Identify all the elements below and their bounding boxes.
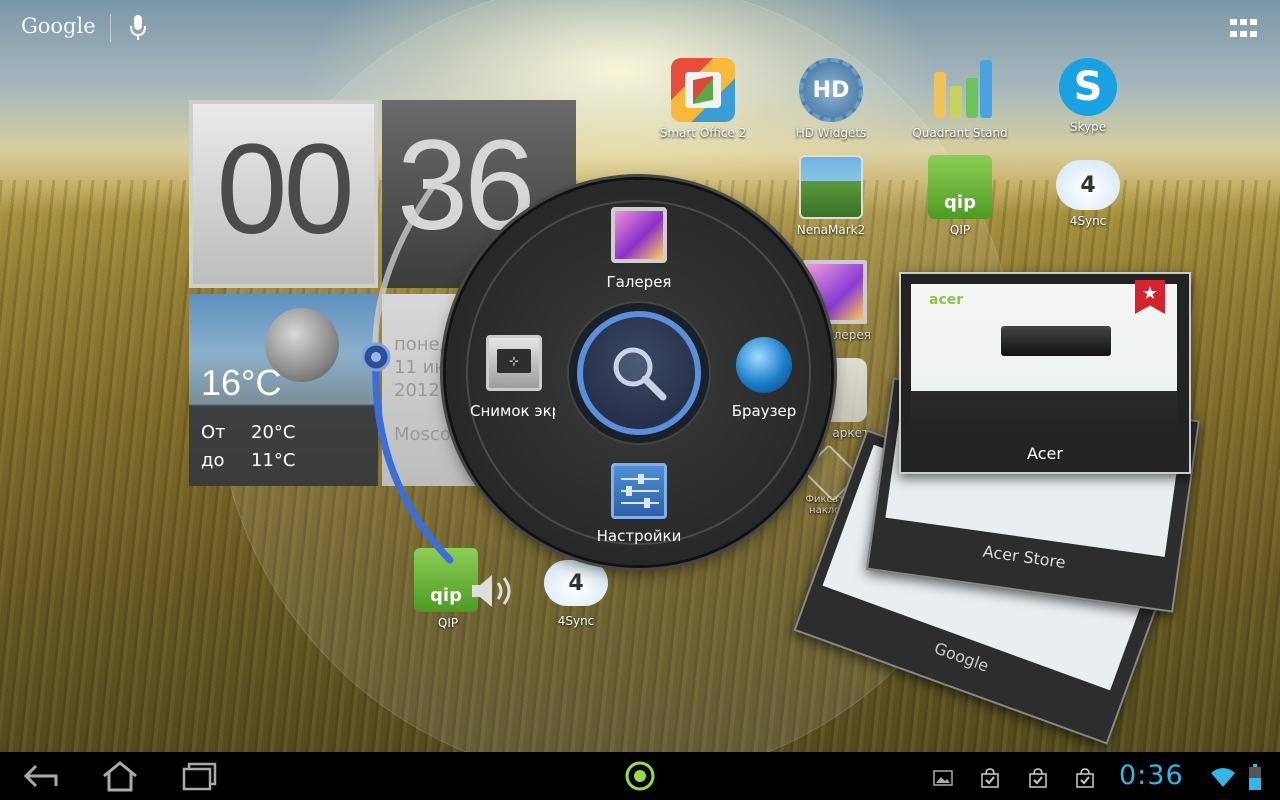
download-complete-icon[interactable] (980, 768, 1000, 788)
back-icon[interactable] (22, 760, 62, 792)
browser-label[interactable]: Браузер (722, 402, 806, 420)
gallery-label[interactable]: Галерея (581, 273, 697, 291)
search-icon (613, 347, 667, 401)
recent-apps-icon[interactable] (180, 760, 220, 792)
screenshot-label[interactable]: Снимок экр (470, 402, 555, 420)
download-complete-icon[interactable] (1075, 768, 1095, 788)
search-button[interactable] (569, 303, 709, 443)
browser-globe-icon[interactable] (736, 337, 792, 393)
status-clock[interactable]: 0:36 (1119, 760, 1184, 791)
home-icon[interactable] (100, 760, 140, 792)
recent-card-acer[interactable]: acer ★ Acer (899, 272, 1191, 474)
card-title: Acer (1027, 444, 1063, 463)
ring-launcher-icon[interactable] (620, 760, 660, 792)
battery-icon[interactable] (1249, 764, 1261, 790)
settings-label[interactable]: Настройки (581, 527, 697, 545)
wifi-icon[interactable] (1210, 766, 1236, 788)
screenshot-icon[interactable]: ⊹ (486, 335, 542, 391)
settings-sliders-icon[interactable] (611, 463, 667, 519)
system-nav-bar: 0:36 (0, 752, 1280, 800)
gallery-icon[interactable] (611, 207, 667, 263)
gallery-notification-icon[interactable] (933, 768, 953, 788)
download-complete-icon[interactable] (1028, 768, 1048, 788)
ring-quick-menu: Галерея ⊹ Снимок экр Браузер Настройки (446, 180, 831, 565)
